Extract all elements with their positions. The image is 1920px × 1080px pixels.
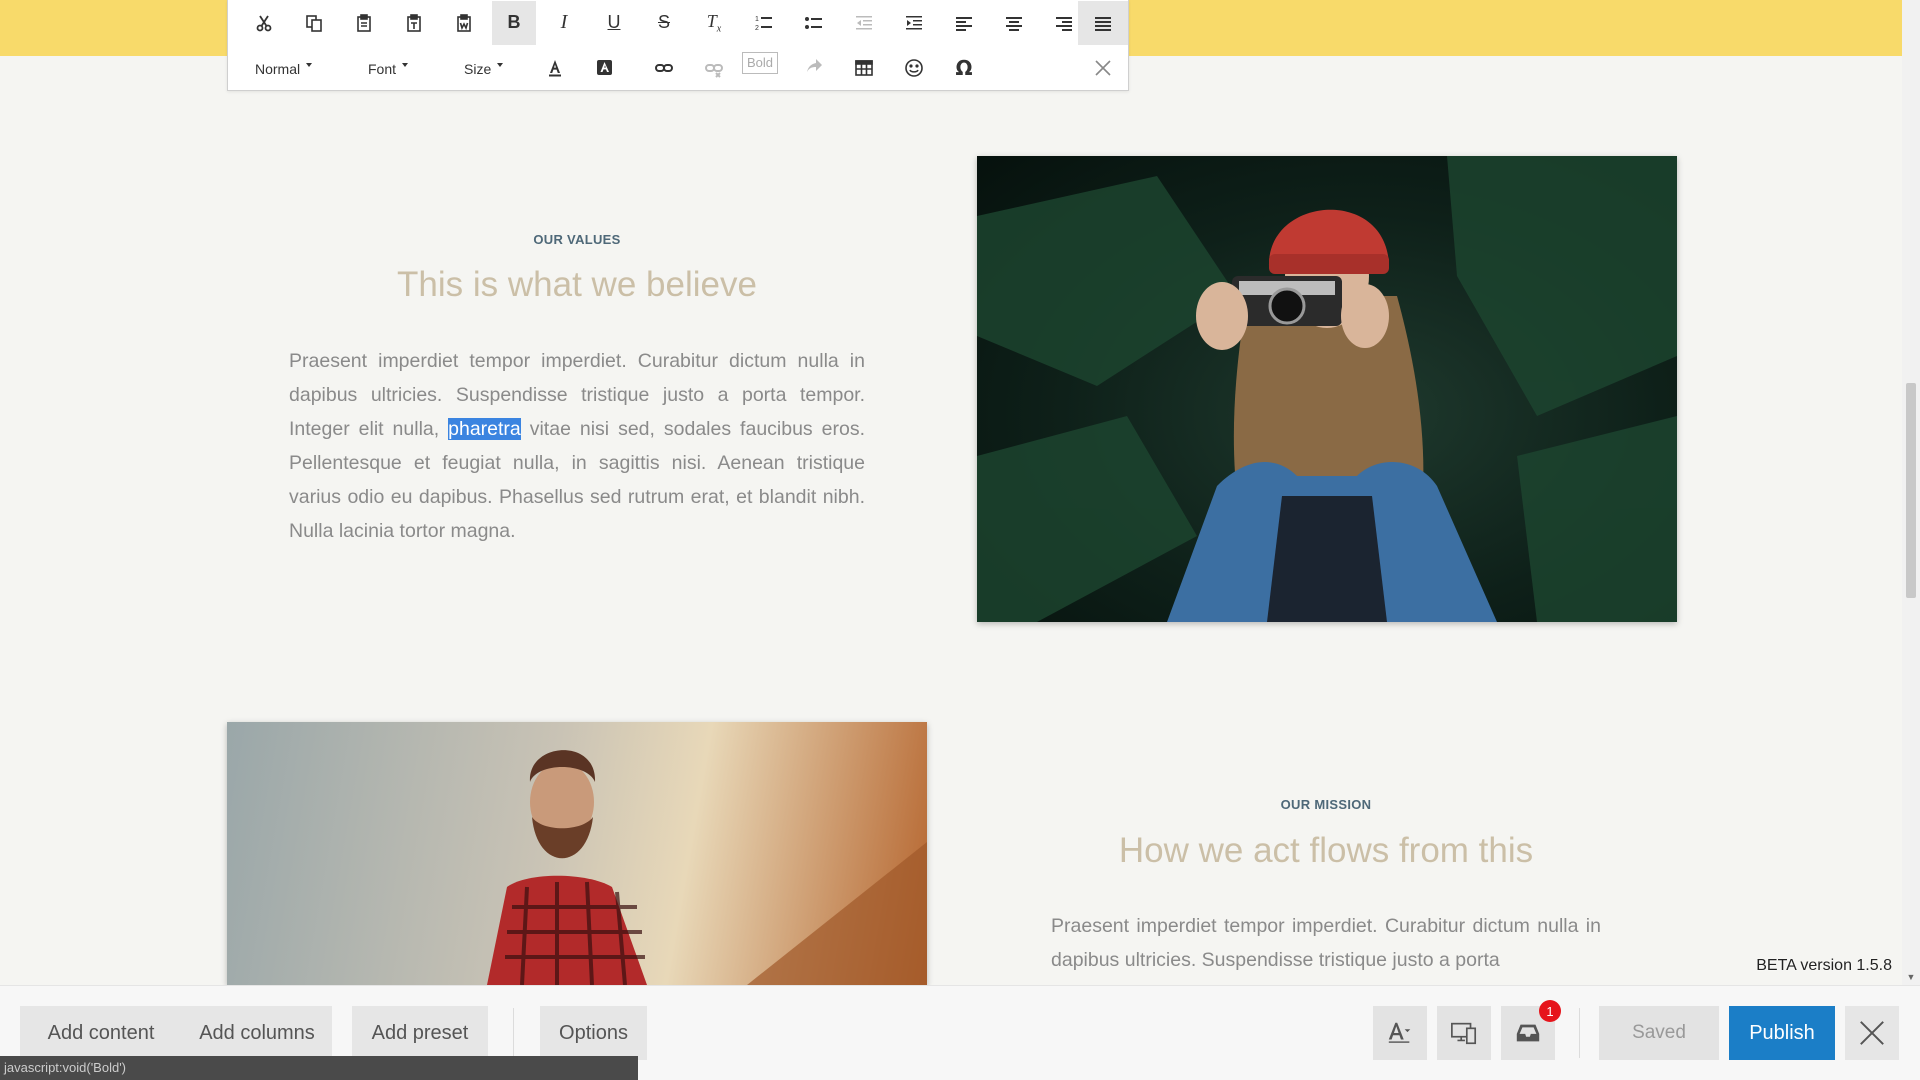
close-icon[interactable] <box>1845 1006 1899 1060</box>
scroll-down-arrow-icon[interactable]: ▼ <box>1902 969 1920 985</box>
size-dropdown[interactable]: Size <box>464 46 504 91</box>
cut-icon[interactable] <box>242 1 286 45</box>
svg-text:2: 2 <box>755 25 759 32</box>
photographer-woman-image[interactable] <box>977 156 1677 622</box>
beta-version-label: BETA version 1.5.8 <box>1756 957 1892 974</box>
inbox-icon[interactable]: 1 <box>1501 1000 1561 1060</box>
background-color-icon[interactable] <box>583 46 627 90</box>
indent-icon[interactable] <box>892 1 936 45</box>
bulleted-list-icon[interactable] <box>792 1 836 45</box>
unlink-icon[interactable] <box>692 46 736 90</box>
remove-format-icon[interactable]: Tx <box>692 1 736 45</box>
rich-text-toolbar: B I U S Tx 12 Normal Font Size Ω Bold <box>227 0 1129 91</box>
typography-icon[interactable] <box>1373 1006 1427 1060</box>
numbered-list-icon[interactable]: 12 <box>742 1 786 45</box>
bold-icon[interactable]: B <box>492 0 536 45</box>
add-preset-button[interactable]: Add preset <box>352 1006 488 1060</box>
page-scrollbar[interactable]: ▼ <box>1902 0 1920 985</box>
special-character-icon[interactable]: Ω <box>942 46 986 90</box>
italic-icon[interactable]: I <box>542 1 586 45</box>
link-icon[interactable] <box>642 46 686 90</box>
scrollbar-thumb[interactable] <box>1906 383 1916 598</box>
notification-badge: 1 <box>1539 1000 1561 1022</box>
section-1-heading: This is what we believe <box>397 265 757 304</box>
device-preview-icon[interactable] <box>1437 1006 1491 1060</box>
table-icon[interactable] <box>842 46 886 90</box>
close-toolbar-icon[interactable] <box>1081 46 1125 90</box>
underline-icon[interactable]: U <box>592 1 636 45</box>
add-content-button[interactable]: Add content <box>20 1006 182 1060</box>
svg-text:1: 1 <box>755 16 759 23</box>
section-2-paragraph[interactable]: Praesent imperdiet tempor imperdiet. Cur… <box>1051 909 1601 979</box>
strikethrough-icon[interactable]: S <box>642 1 686 45</box>
bearded-man-illustration <box>487 750 927 985</box>
copy-icon[interactable] <box>292 1 336 45</box>
format-label: Normal <box>255 60 301 77</box>
options-button[interactable]: Options <box>540 1006 647 1060</box>
align-left-icon[interactable] <box>942 1 986 45</box>
section-1-paragraph[interactable]: Praesent imperdiet tempor imperdiet. Cur… <box>289 344 865 548</box>
divider <box>513 1008 514 1058</box>
align-center-icon[interactable] <box>992 1 1036 45</box>
browser-status-bar: javascript:void('Bold') <box>0 1056 638 1080</box>
section-1-eyebrow: OUR VALUES <box>533 232 621 247</box>
section-2-eyebrow: OUR MISSION <box>1280 797 1372 812</box>
emoji-icon[interactable] <box>892 46 936 90</box>
photographer-woman-illustration <box>977 156 1677 622</box>
justify-icon[interactable] <box>1078 0 1128 45</box>
paste-word-icon[interactable] <box>442 1 486 45</box>
selected-text: pharetra <box>448 418 521 440</box>
font-dropdown[interactable]: Font <box>368 46 409 91</box>
size-label: Size <box>464 60 492 77</box>
bold-tooltip: Bold <box>742 52 779 74</box>
saved-button[interactable]: Saved <box>1599 1006 1719 1060</box>
format-dropdown[interactable]: Normal <box>255 46 313 91</box>
font-label: Font <box>368 60 397 77</box>
divider <box>1579 1008 1580 1058</box>
text-color-icon[interactable] <box>533 46 577 90</box>
paste-text-icon[interactable] <box>392 1 436 45</box>
redo-icon[interactable] <box>792 46 836 90</box>
bearded-man-image[interactable] <box>227 722 927 985</box>
paste-icon[interactable] <box>342 1 386 45</box>
outdent-icon[interactable] <box>842 1 886 45</box>
add-columns-button[interactable]: Add columns <box>182 1006 332 1060</box>
publish-button[interactable]: Publish <box>1729 1006 1835 1060</box>
section-2-heading: How we act flows from this <box>1118 831 1534 870</box>
